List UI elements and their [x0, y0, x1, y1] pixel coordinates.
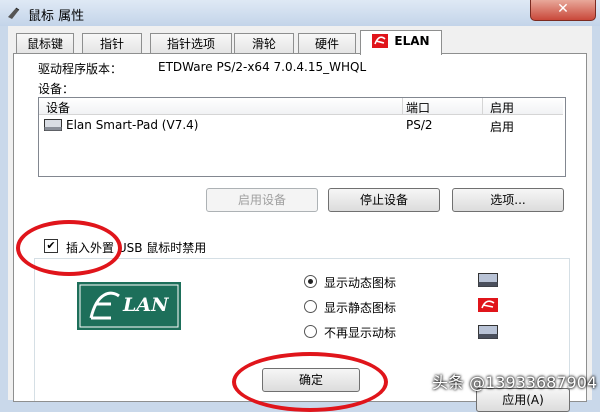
elan-tab-icon	[372, 33, 389, 48]
radio-static-label[interactable]: 显示静态图标	[324, 299, 396, 316]
window-title: 鼠标 属性	[28, 9, 85, 24]
mouse-icon	[6, 5, 22, 21]
red-annotation-circle	[16, 220, 122, 276]
radio-no-icon-label[interactable]: 不再显示动标	[324, 324, 396, 341]
close-icon: ✕	[557, 1, 569, 17]
options-button[interactable]: 选项...	[452, 188, 564, 212]
stop-device-button[interactable]: 停止设备	[328, 188, 440, 212]
devices-label: 设备：	[38, 82, 75, 96]
dynamic-tray-icon	[478, 273, 498, 287]
radio-static-icon[interactable]	[304, 300, 317, 313]
column-header-device[interactable]: 设备	[46, 99, 70, 116]
radio-no-icon[interactable]	[304, 325, 317, 338]
tab-elan[interactable]: ELAN	[360, 30, 442, 55]
radio-dynamic-icon[interactable]	[304, 275, 317, 288]
red-annotation-circle	[232, 352, 388, 412]
column-header-port[interactable]: 端口	[406, 99, 430, 116]
device-port: PS/2	[406, 118, 433, 132]
close-button[interactable]: ✕	[530, 0, 596, 21]
elan-logo: LAN	[77, 282, 181, 330]
device-list-header	[39, 98, 563, 115]
driver-version-label: 驱动程序版本：	[38, 62, 123, 76]
device-name: Elan Smart-Pad (V7.4)	[66, 118, 199, 132]
radio-dynamic-label[interactable]: 显示动态图标	[324, 274, 396, 291]
title-bar	[0, 0, 600, 26]
column-header-enabled[interactable]: 启用	[490, 99, 514, 116]
tab-pointers[interactable]: 指针	[82, 33, 142, 54]
elan-logo-text: LAN	[123, 294, 169, 316]
touchpad-icon	[44, 119, 62, 131]
no-tray-icon	[478, 325, 498, 339]
column-divider	[482, 98, 483, 114]
tab-pointer-options[interactable]: 指针选项	[150, 33, 232, 54]
enable-device-button[interactable]: 启用设备	[206, 188, 318, 212]
column-divider	[402, 98, 403, 114]
driver-version-value: ETDWare PS/2-x64 7.0.4.15_WHQL	[158, 60, 367, 74]
device-enabled: 启用	[490, 120, 515, 134]
tab-wheel[interactable]: 滑轮	[234, 33, 294, 54]
watermark-text: 头条 @13933687904	[432, 373, 598, 392]
tab-hardware[interactable]: 硬件	[298, 33, 356, 54]
tab-buttons[interactable]: 鼠标键	[16, 33, 74, 54]
static-tray-icon	[478, 298, 498, 312]
